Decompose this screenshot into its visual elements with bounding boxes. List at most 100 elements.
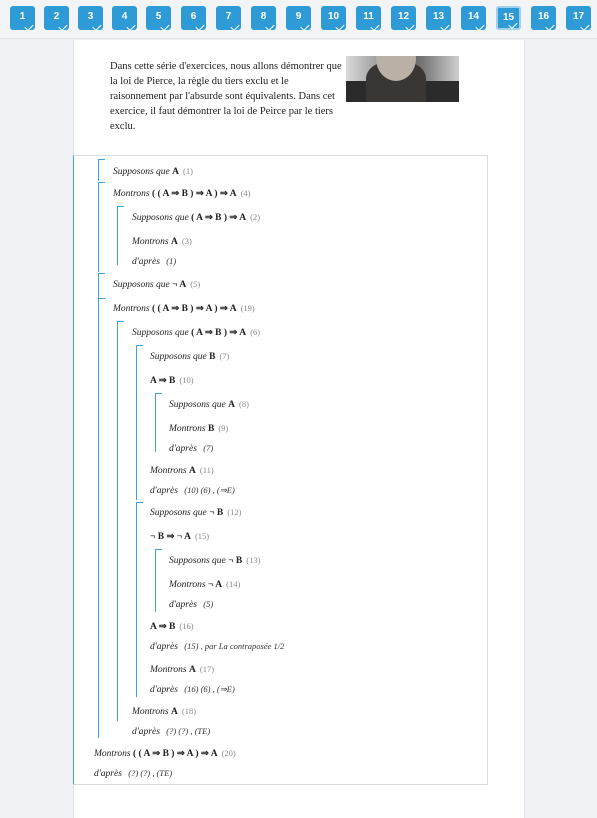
exercise-tab-14[interactable]: 14 bbox=[461, 6, 486, 32]
proof-line[interactable]: d'après (16) (6) , (⇒E) bbox=[150, 684, 235, 695]
exercise-tab-2[interactable]: 2 bbox=[44, 6, 69, 32]
exercise-tab-6[interactable]: 6 bbox=[181, 6, 206, 32]
proof-keyword: Montrons bbox=[132, 237, 171, 247]
proof-line[interactable]: ¬ B ⇒ ¬ A (15) bbox=[150, 531, 209, 542]
exercise-tab-label: 14 bbox=[467, 11, 480, 22]
check-icon bbox=[405, 21, 415, 32]
exercise-tab-label: 12 bbox=[397, 11, 410, 22]
proof-reference: (15) bbox=[194, 531, 210, 541]
exercise-tab-15[interactable]: 15 bbox=[496, 6, 521, 30]
proof-line[interactable]: Supposons que A (8) bbox=[169, 399, 249, 410]
proof-keyword: Supposons que bbox=[150, 352, 210, 362]
proof-line[interactable]: Montrons ( ( A ⇒ B ) ⇒ A ) ⇒ A (20) bbox=[94, 748, 236, 759]
proof-formula: A ⇒ B bbox=[150, 376, 176, 386]
proof-line[interactable]: Supposons que ¬ A (5) bbox=[113, 279, 200, 290]
exercise-tab-17[interactable]: 17 bbox=[566, 6, 591, 32]
check-icon bbox=[545, 21, 555, 32]
proof-keyword: Montrons bbox=[150, 466, 189, 476]
proof-line[interactable]: A ⇒ B (10) bbox=[150, 375, 194, 386]
check-icon bbox=[335, 21, 345, 32]
proof-line[interactable]: Supposons que ¬ B (13) bbox=[169, 555, 260, 566]
proof-line[interactable]: d'après (7) bbox=[169, 443, 213, 454]
proof-keyword: Supposons que bbox=[113, 280, 173, 290]
proof-line[interactable]: d'après (5) bbox=[169, 599, 213, 610]
proof-line[interactable]: Montrons A (11) bbox=[150, 465, 214, 476]
exercise-tab-10[interactable]: 10 bbox=[321, 6, 346, 32]
proof-line[interactable]: d'après (15) , par La contraposée 1/2 bbox=[150, 641, 284, 652]
exercise-tab-label: 11 bbox=[363, 11, 374, 22]
proof-line[interactable]: Montrons A (3) bbox=[132, 236, 192, 247]
proof-line[interactable]: d'après (?) (?) , (TE) bbox=[94, 768, 172, 779]
check-icon bbox=[580, 21, 590, 32]
proof-formula: ( A ⇒ B ) ⇒ A bbox=[191, 328, 247, 338]
exercise-tab-8[interactable]: 8 bbox=[251, 6, 276, 32]
exercise-tab-label: 2 bbox=[53, 11, 60, 22]
check-icon bbox=[440, 21, 450, 32]
proof-scope-bracket bbox=[117, 206, 124, 265]
proof-reference: (13) bbox=[246, 555, 261, 565]
proof-line[interactable]: Montrons B (9) bbox=[169, 423, 228, 434]
exercise-tab-1[interactable]: 1 bbox=[10, 6, 35, 32]
proof-formula: ( A ⇒ B ) ⇒ A bbox=[191, 213, 247, 223]
exercise-tab-label: 6 bbox=[190, 11, 197, 22]
proof-line[interactable]: Montrons A (17) bbox=[150, 664, 214, 675]
proof-formula: A bbox=[228, 400, 235, 410]
proof-scope-bracket bbox=[98, 298, 105, 738]
proof-keyword: Montrons bbox=[113, 304, 152, 314]
proof-formula: ( ( A ⇒ B ) ⇒ A ) ⇒ A bbox=[132, 749, 218, 759]
proof-scope-bracket bbox=[155, 393, 162, 452]
proof-scope-bracket bbox=[117, 321, 124, 721]
exercise-tab-5[interactable]: 5 bbox=[146, 6, 171, 32]
exercise-tab-7[interactable]: 7 bbox=[216, 6, 241, 32]
exercise-tab-11[interactable]: 11 bbox=[356, 6, 381, 32]
proof-line[interactable]: d'après (1) bbox=[132, 256, 176, 267]
proof-line[interactable]: Supposons que ( A ⇒ B ) ⇒ A (6) bbox=[132, 327, 260, 338]
exercise-tab-13[interactable]: 13 bbox=[426, 6, 451, 32]
proof-formula: ( ( A ⇒ B ) ⇒ A ) ⇒ A bbox=[151, 304, 237, 314]
proof-scope-bracket bbox=[155, 549, 162, 612]
proof-line[interactable]: d'après (10) (6) , (⇒E) bbox=[150, 485, 235, 496]
proof-reference: (18) bbox=[181, 706, 197, 716]
proof-keyword: d'après bbox=[132, 727, 163, 737]
proof-line[interactable]: Supposons que ¬ B (12) bbox=[150, 507, 241, 518]
proof-formula: ¬ B bbox=[209, 508, 224, 518]
exercise-tab-3[interactable]: 3 bbox=[78, 6, 103, 32]
proof-line[interactable]: A ⇒ B (16) bbox=[150, 621, 194, 632]
exercise-tab-9[interactable]: 9 bbox=[286, 6, 311, 32]
exercise-tab-16[interactable]: 16 bbox=[531, 6, 556, 32]
check-icon bbox=[58, 21, 68, 32]
check-icon bbox=[300, 21, 310, 32]
proof-line[interactable]: d'après (?) (?) , (TE) bbox=[132, 726, 210, 737]
proof-line[interactable]: Supposons que ( A ⇒ B ) ⇒ A (2) bbox=[132, 212, 260, 223]
exercise-tab-4[interactable]: 4 bbox=[112, 6, 137, 32]
proof-keyword: Supposons que bbox=[169, 556, 229, 566]
proof-keyword: Montrons bbox=[150, 665, 189, 675]
proof-keyword: Montrons bbox=[113, 189, 152, 199]
exercise-tab-12[interactable]: 12 bbox=[391, 6, 416, 32]
proof-line[interactable]: Montrons A (18) bbox=[132, 706, 196, 717]
proof-line[interactable]: Montrons ( ( A ⇒ B ) ⇒ A ) ⇒ A (19) bbox=[113, 303, 255, 314]
proof-keyword: Montrons bbox=[169, 424, 208, 434]
proof-reference: (?) (?) , (TE) bbox=[128, 768, 173, 778]
proof-line[interactable]: Montrons ¬ A (14) bbox=[169, 579, 240, 590]
proof-reference: (16) bbox=[179, 621, 194, 631]
check-icon bbox=[230, 21, 240, 32]
proof-formula: ¬ B ⇒ ¬ A bbox=[150, 532, 191, 542]
proof-keyword: d'après bbox=[169, 600, 200, 610]
proof-line[interactable]: Montrons ( ( A ⇒ B ) ⇒ A ) ⇒ A (4) bbox=[113, 188, 251, 199]
check-icon bbox=[126, 21, 136, 32]
proof-reference: (14) bbox=[226, 579, 241, 589]
exercise-tab-label: 1 bbox=[19, 11, 26, 22]
proof-reference: (11) bbox=[199, 465, 214, 475]
proof-line[interactable]: Supposons que A (1) bbox=[113, 166, 193, 177]
proof-scope-bracket bbox=[98, 273, 105, 298]
proof-reference: (15) , par La contraposée 1/2 bbox=[184, 641, 285, 651]
proof-reference: (17) bbox=[199, 664, 215, 674]
exercise-tab-label: 5 bbox=[155, 11, 162, 22]
proof-keyword: d'après bbox=[132, 257, 163, 267]
proof-reference: (2) bbox=[250, 212, 261, 222]
proof-reference: (7) bbox=[203, 443, 214, 453]
proof-reference: (12) bbox=[227, 507, 242, 517]
check-icon bbox=[265, 21, 275, 32]
proof-line[interactable]: Supposons que B (7) bbox=[150, 351, 229, 362]
